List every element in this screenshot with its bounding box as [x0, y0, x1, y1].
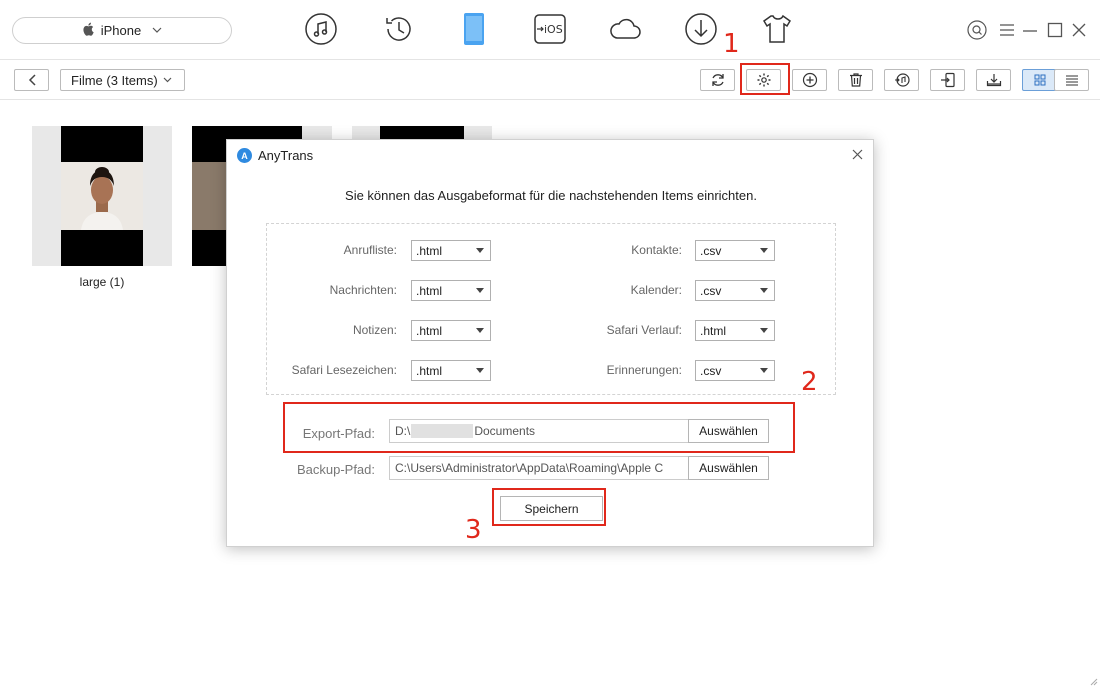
chevron-left-icon	[28, 74, 36, 86]
dropdown-arrow-icon	[476, 368, 484, 373]
format-label: Nachrichten:	[237, 283, 397, 297]
grid-view-icon	[1032, 72, 1048, 88]
backup-path-label: Backup-Pfad:	[265, 462, 375, 477]
music-icon[interactable]	[304, 12, 338, 46]
annotation-step-1: 1	[723, 29, 740, 59]
format-options-panel: Anrufliste: .html Nachrichten: .html Not…	[266, 223, 836, 395]
ios-label: iOS	[544, 23, 563, 36]
itunes-button[interactable]	[884, 69, 919, 91]
phone-icon[interactable]	[457, 12, 491, 46]
to-computer-icon	[986, 72, 1002, 88]
itunes-icon	[894, 72, 910, 88]
device-selector[interactable]: iPhone	[12, 17, 232, 44]
download-icon[interactable]	[684, 12, 718, 46]
dropdown-arrow-icon	[476, 288, 484, 293]
format-select-safari-lesezeichen[interactable]: .html	[411, 360, 491, 381]
close-icon[interactable]	[1069, 20, 1089, 40]
dialog-heading: Sie können das Ausgabeformat für die nac…	[227, 188, 875, 203]
format-select-safari-verlauf[interactable]: .html	[695, 320, 775, 341]
format-label: Kontakte:	[522, 243, 682, 257]
annotation-step-3: 3	[465, 515, 482, 545]
dropdown-arrow-icon	[476, 248, 484, 253]
dropdown-arrow-icon	[760, 248, 768, 253]
annotation-box-export-path	[283, 402, 795, 453]
ios-transfer-icon[interactable]: iOS	[533, 12, 567, 46]
category-dropdown[interactable]: Filme (3 Items)	[60, 69, 185, 91]
annotation-box-save	[492, 488, 606, 526]
grid-view-button[interactable]	[1022, 69, 1057, 91]
back-button[interactable]	[14, 69, 49, 91]
backup-choose-button[interactable]: Auswählen	[688, 456, 769, 480]
format-label: Notizen:	[237, 323, 397, 337]
portrait-image	[61, 162, 143, 230]
dialog-title-bar: A AnyTrans	[237, 148, 313, 163]
format-label: Safari Verlauf:	[522, 323, 682, 337]
format-select-kalender[interactable]: .csv	[695, 280, 775, 301]
cloud-icon[interactable]	[608, 12, 642, 46]
to-device-icon	[940, 72, 956, 88]
dropdown-arrow-icon	[760, 288, 768, 293]
device-name: iPhone	[101, 23, 141, 38]
refresh-button[interactable]	[700, 69, 735, 91]
format-label: Anrufliste:	[237, 243, 397, 257]
send-to-device-button[interactable]	[930, 69, 965, 91]
send-to-computer-button[interactable]	[976, 69, 1011, 91]
refresh-icon	[710, 72, 726, 88]
backup-path-field[interactable]: C:\Users\Administrator\AppData\Roaming\A…	[389, 456, 689, 480]
dropdown-arrow-icon	[476, 328, 484, 333]
list-view-icon	[1064, 72, 1080, 88]
format-select-erinnerungen[interactable]: .csv	[695, 360, 775, 381]
dropdown-arrow-icon	[760, 368, 768, 373]
shirt-icon[interactable]	[760, 12, 794, 46]
annotation-box-settings	[740, 63, 790, 95]
apple-icon	[82, 22, 94, 39]
menu-icon[interactable]	[997, 20, 1017, 40]
trash-icon	[848, 72, 864, 88]
video-thumbnail[interactable]	[32, 126, 172, 266]
maximize-icon[interactable]	[1045, 20, 1065, 40]
export-settings-dialog: A AnyTrans Sie können das Ausgabeformat …	[226, 139, 874, 547]
dialog-title: AnyTrans	[258, 148, 313, 163]
resize-grip-icon[interactable]	[1088, 674, 1098, 684]
annotation-step-2: 2	[801, 367, 818, 397]
format-label: Erinnerungen:	[522, 363, 682, 377]
chevron-down-icon	[163, 77, 172, 83]
anytrans-logo-icon: A	[237, 148, 252, 163]
format-select-notizen[interactable]: .html	[411, 320, 491, 341]
minimize-icon[interactable]	[1020, 20, 1040, 40]
format-select-anrufliste[interactable]: .html	[411, 240, 491, 261]
format-label: Safari Lesezeichen:	[237, 363, 397, 377]
list-view-button[interactable]	[1054, 69, 1089, 91]
category-label: Filme (3 Items)	[71, 73, 158, 88]
add-icon	[802, 72, 818, 88]
format-select-nachrichten[interactable]: .html	[411, 280, 491, 301]
dropdown-arrow-icon	[760, 328, 768, 333]
close-icon[interactable]	[849, 146, 865, 162]
top-bar: iPhone iOS	[0, 0, 1100, 60]
delete-button[interactable]	[838, 69, 873, 91]
search-icon[interactable]	[967, 20, 987, 40]
add-button[interactable]	[792, 69, 827, 91]
toolbar: Filme (3 Items)	[0, 61, 1100, 100]
chevron-down-icon	[152, 25, 162, 36]
history-icon[interactable]	[382, 12, 416, 46]
thumbnail-label: large (1)	[32, 275, 172, 289]
format-select-kontakte[interactable]: .csv	[695, 240, 775, 261]
format-label: Kalender:	[522, 283, 682, 297]
